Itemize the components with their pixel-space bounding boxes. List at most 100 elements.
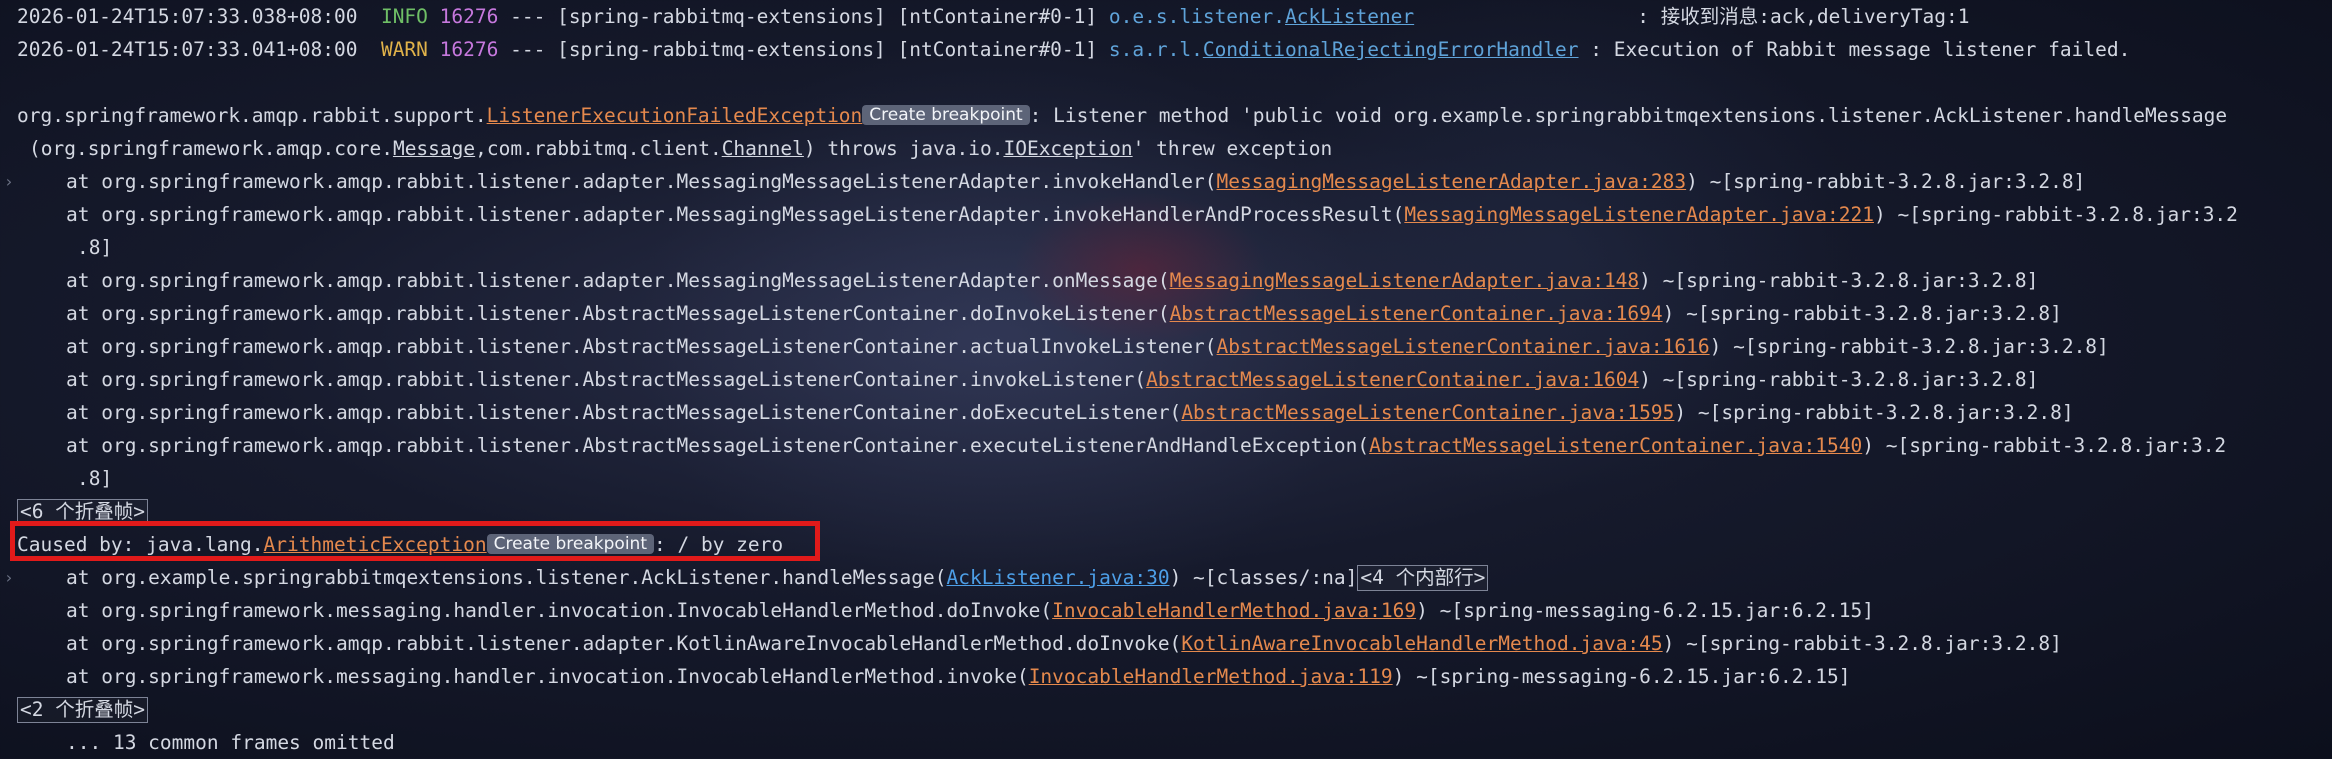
log-level: INFO <box>380 5 428 28</box>
frame-jar: ) ~[spring-rabbit-3.2.8.jar:3.2 <box>1873 203 2238 226</box>
frame-source-link[interactable]: MessagingMessageListenerAdapter.java:148 <box>1170 269 1640 292</box>
stack-frame: at org.springframework.amqp.rabbit.liste… <box>0 627 2332 660</box>
chevron-right-icon[interactable]: › <box>4 561 14 594</box>
frame-source-link[interactable]: InvocableHandlerMethod.java:169 <box>1052 599 1416 622</box>
stack-frame: at org.springframework.amqp.rabbit.liste… <box>0 297 2332 330</box>
frame-jar: ) ~[spring-rabbit-3.2.8.jar:3.2.8] <box>1639 269 2039 292</box>
frame-source-link[interactable]: AbstractMessageListenerContainer.java:15… <box>1369 434 1862 457</box>
frame-method: at org.springframework.amqp.rabbit.liste… <box>66 269 1170 292</box>
frame-jar: ) ~[spring-messaging-6.2.15.jar:6.2.15] <box>1416 599 1874 622</box>
log-level: WARN <box>380 38 428 61</box>
frame-method: at org.springframework.amqp.rabbit.liste… <box>66 401 1182 424</box>
folded-frames-row: <6 个折叠帧> <box>0 495 2332 528</box>
frame-source-link[interactable]: AckListener.java:30 <box>947 566 1170 589</box>
frame-jar: ) ~[classes/:na] <box>1169 566 1358 589</box>
omitted-frames-text: ... 13 common frames omitted <box>66 731 395 754</box>
create-breakpoint-button[interactable]: Create breakpoint <box>486 534 654 554</box>
internal-lines-toggle[interactable]: <4 个内部行> <box>1357 565 1489 591</box>
exception-text: ) throws java.io. <box>803 137 1004 160</box>
channel-class-link[interactable]: Channel <box>722 137 804 160</box>
stack-frame: at org.springframework.amqp.rabbit.liste… <box>0 198 2332 231</box>
exception-text: (org.springframework.amqp.core. <box>29 137 393 160</box>
stack-frame: › at org.springframework.amqp.rabbit.list… <box>0 165 2332 198</box>
frame-source-link[interactable]: AbstractMessageListenerContainer.java:16… <box>1170 302 1663 325</box>
exception-class-link[interactable]: ListenerExecutionFailedException <box>487 104 863 127</box>
exception-line-continued: (org.springframework.amqp.core.Message,c… <box>0 132 2332 165</box>
frame-jar-wrap: .8] <box>77 467 113 490</box>
frame-jar-wrap: .8] <box>77 236 113 259</box>
log-message: : Execution of Rabbit message listener f… <box>1590 38 2131 61</box>
console-output: 2026-01-24T15:07:33.038+08:00 INFO 16276… <box>0 0 2332 759</box>
stack-frame: at org.springframework.amqp.rabbit.liste… <box>0 330 2332 363</box>
exception-text: ' threw exception <box>1132 137 1333 160</box>
log-line-warn: 2026-01-24T15:07:33.041+08:00 WARN 16276… <box>0 33 2332 66</box>
frame-method: at org.springframework.amqp.rabbit.liste… <box>66 170 1217 193</box>
stack-frame: at org.springframework.amqp.rabbit.liste… <box>0 396 2332 429</box>
log-separator: --- <box>498 5 558 28</box>
omitted-frames-line: ... 13 common frames omitted <box>0 726 2332 759</box>
stack-frame: at org.springframework.amqp.rabbit.liste… <box>0 429 2332 462</box>
stack-frame: at org.springframework.messaging.handler… <box>0 660 2332 693</box>
frame-jar: ) ~[spring-messaging-6.2.15.jar:6.2.15] <box>1392 665 1851 688</box>
frame-jar: ) ~[spring-rabbit-3.2.8.jar:3.2.8] <box>1639 368 2039 391</box>
frame-method: at org.springframework.messaging.handler… <box>66 599 1053 622</box>
log-pid: 16276 <box>439 5 499 28</box>
log-separator: --- <box>498 38 558 61</box>
ioexception-class-link[interactable]: IOException <box>1003 137 1132 160</box>
folded-frames-toggle[interactable]: <6 个折叠帧> <box>17 499 148 525</box>
frame-method: at org.springframework.messaging.handler… <box>66 665 1029 688</box>
frame-jar: ) ~[spring-rabbit-3.2.8.jar:3.2.8] <box>1686 170 2086 193</box>
logger-class-link[interactable]: AckListener <box>1285 5 1414 28</box>
log-message: : 接收到消息:ack,deliveryTag:1 <box>1637 5 1970 28</box>
chevron-right-icon[interactable]: › <box>4 165 14 198</box>
frame-method: at org.example.springrabbitmqextensions.… <box>66 566 947 589</box>
frame-jar: ) ~[spring-rabbit-3.2.8.jar:3.2.8] <box>1709 335 2109 358</box>
log-timestamp: 2026-01-24T15:07:33.041+08:00 <box>17 38 358 61</box>
frame-source-link[interactable]: KotlinAwareInvocableHandlerMethod.java:4… <box>1181 632 1662 655</box>
exception-line: org.springframework.amqp.rabbit.support.… <box>0 99 2332 132</box>
frame-source-link[interactable]: AbstractMessageListenerContainer.java:16… <box>1146 368 1639 391</box>
caused-by-line: Caused by: java.lang.ArithmeticException… <box>0 528 2332 561</box>
stack-frame: at org.springframework.amqp.rabbit.liste… <box>0 264 2332 297</box>
logger-class-link[interactable]: ConditionalRejectingErrorHandler <box>1203 38 1579 61</box>
frame-jar: ) ~[spring-rabbit-3.2.8.jar:3.2.8] <box>1662 632 2062 655</box>
folded-frames-row: <2 个折叠帧> <box>0 693 2332 726</box>
frame-method: at org.springframework.amqp.rabbit.liste… <box>66 302 1170 325</box>
stack-frame-wrap: .8] <box>0 231 2332 264</box>
frame-source-link[interactable]: AbstractMessageListenerContainer.java:16… <box>1217 335 1710 358</box>
folded-frames-toggle[interactable]: <2 个折叠帧> <box>17 697 148 723</box>
frame-jar: ) ~[spring-rabbit-3.2.8.jar:3.2.8] <box>1674 401 2074 424</box>
log-thread: [ntContainer#0-1] <box>897 38 1098 61</box>
frame-method: at org.springframework.amqp.rabbit.liste… <box>66 632 1182 655</box>
log-app: [spring-rabbitmq-extensions] <box>557 5 886 28</box>
log-timestamp: 2026-01-24T15:07:33.038+08:00 <box>17 5 358 28</box>
exception-text: ,com.rabbitmq.client. <box>475 137 722 160</box>
message-class-link[interactable]: Message <box>393 137 475 160</box>
stack-frame: › at org.example.springrabbitmqextensions… <box>0 561 2332 594</box>
exception-message: : Listener method 'public void org.examp… <box>1029 104 2228 127</box>
stack-frame: at org.springframework.amqp.rabbit.liste… <box>0 363 2332 396</box>
caused-by-prefix: Caused by: java.lang. <box>17 533 264 556</box>
exception-package: org.springframework.amqp.rabbit.support. <box>17 104 487 127</box>
stack-frame-wrap: .8] <box>0 462 2332 495</box>
create-breakpoint-button[interactable]: Create breakpoint <box>862 105 1030 125</box>
frame-method: at org.springframework.amqp.rabbit.liste… <box>66 368 1147 391</box>
logger-prefix: o.e.s.listener. <box>1108 5 1286 28</box>
stack-frame: at org.springframework.messaging.handler… <box>0 594 2332 627</box>
log-line-info: 2026-01-24T15:07:33.038+08:00 INFO 16276… <box>0 0 2332 33</box>
logger-prefix: s.a.r.l. <box>1108 38 1203 61</box>
log-app: [spring-rabbitmq-extensions] <box>557 38 886 61</box>
frame-source-link[interactable]: InvocableHandlerMethod.java:119 <box>1029 665 1393 688</box>
frame-source-link[interactable]: MessagingMessageListenerAdapter.java:221 <box>1404 203 1874 226</box>
frame-source-link[interactable]: MessagingMessageListenerAdapter.java:283 <box>1217 170 1687 193</box>
caused-message: : / by zero <box>653 533 784 556</box>
frame-source-link[interactable]: AbstractMessageListenerContainer.java:15… <box>1181 401 1674 424</box>
log-thread: [ntContainer#0-1] <box>897 5 1098 28</box>
caused-exception-link[interactable]: ArithmeticException <box>264 533 487 556</box>
frame-method: at org.springframework.amqp.rabbit.liste… <box>66 335 1217 358</box>
log-pid: 16276 <box>439 38 499 61</box>
frame-method: at org.springframework.amqp.rabbit.liste… <box>66 434 1370 457</box>
frame-jar: ) ~[spring-rabbit-3.2.8.jar:3.2 <box>1862 434 2227 457</box>
frame-method: at org.springframework.amqp.rabbit.liste… <box>66 203 1405 226</box>
